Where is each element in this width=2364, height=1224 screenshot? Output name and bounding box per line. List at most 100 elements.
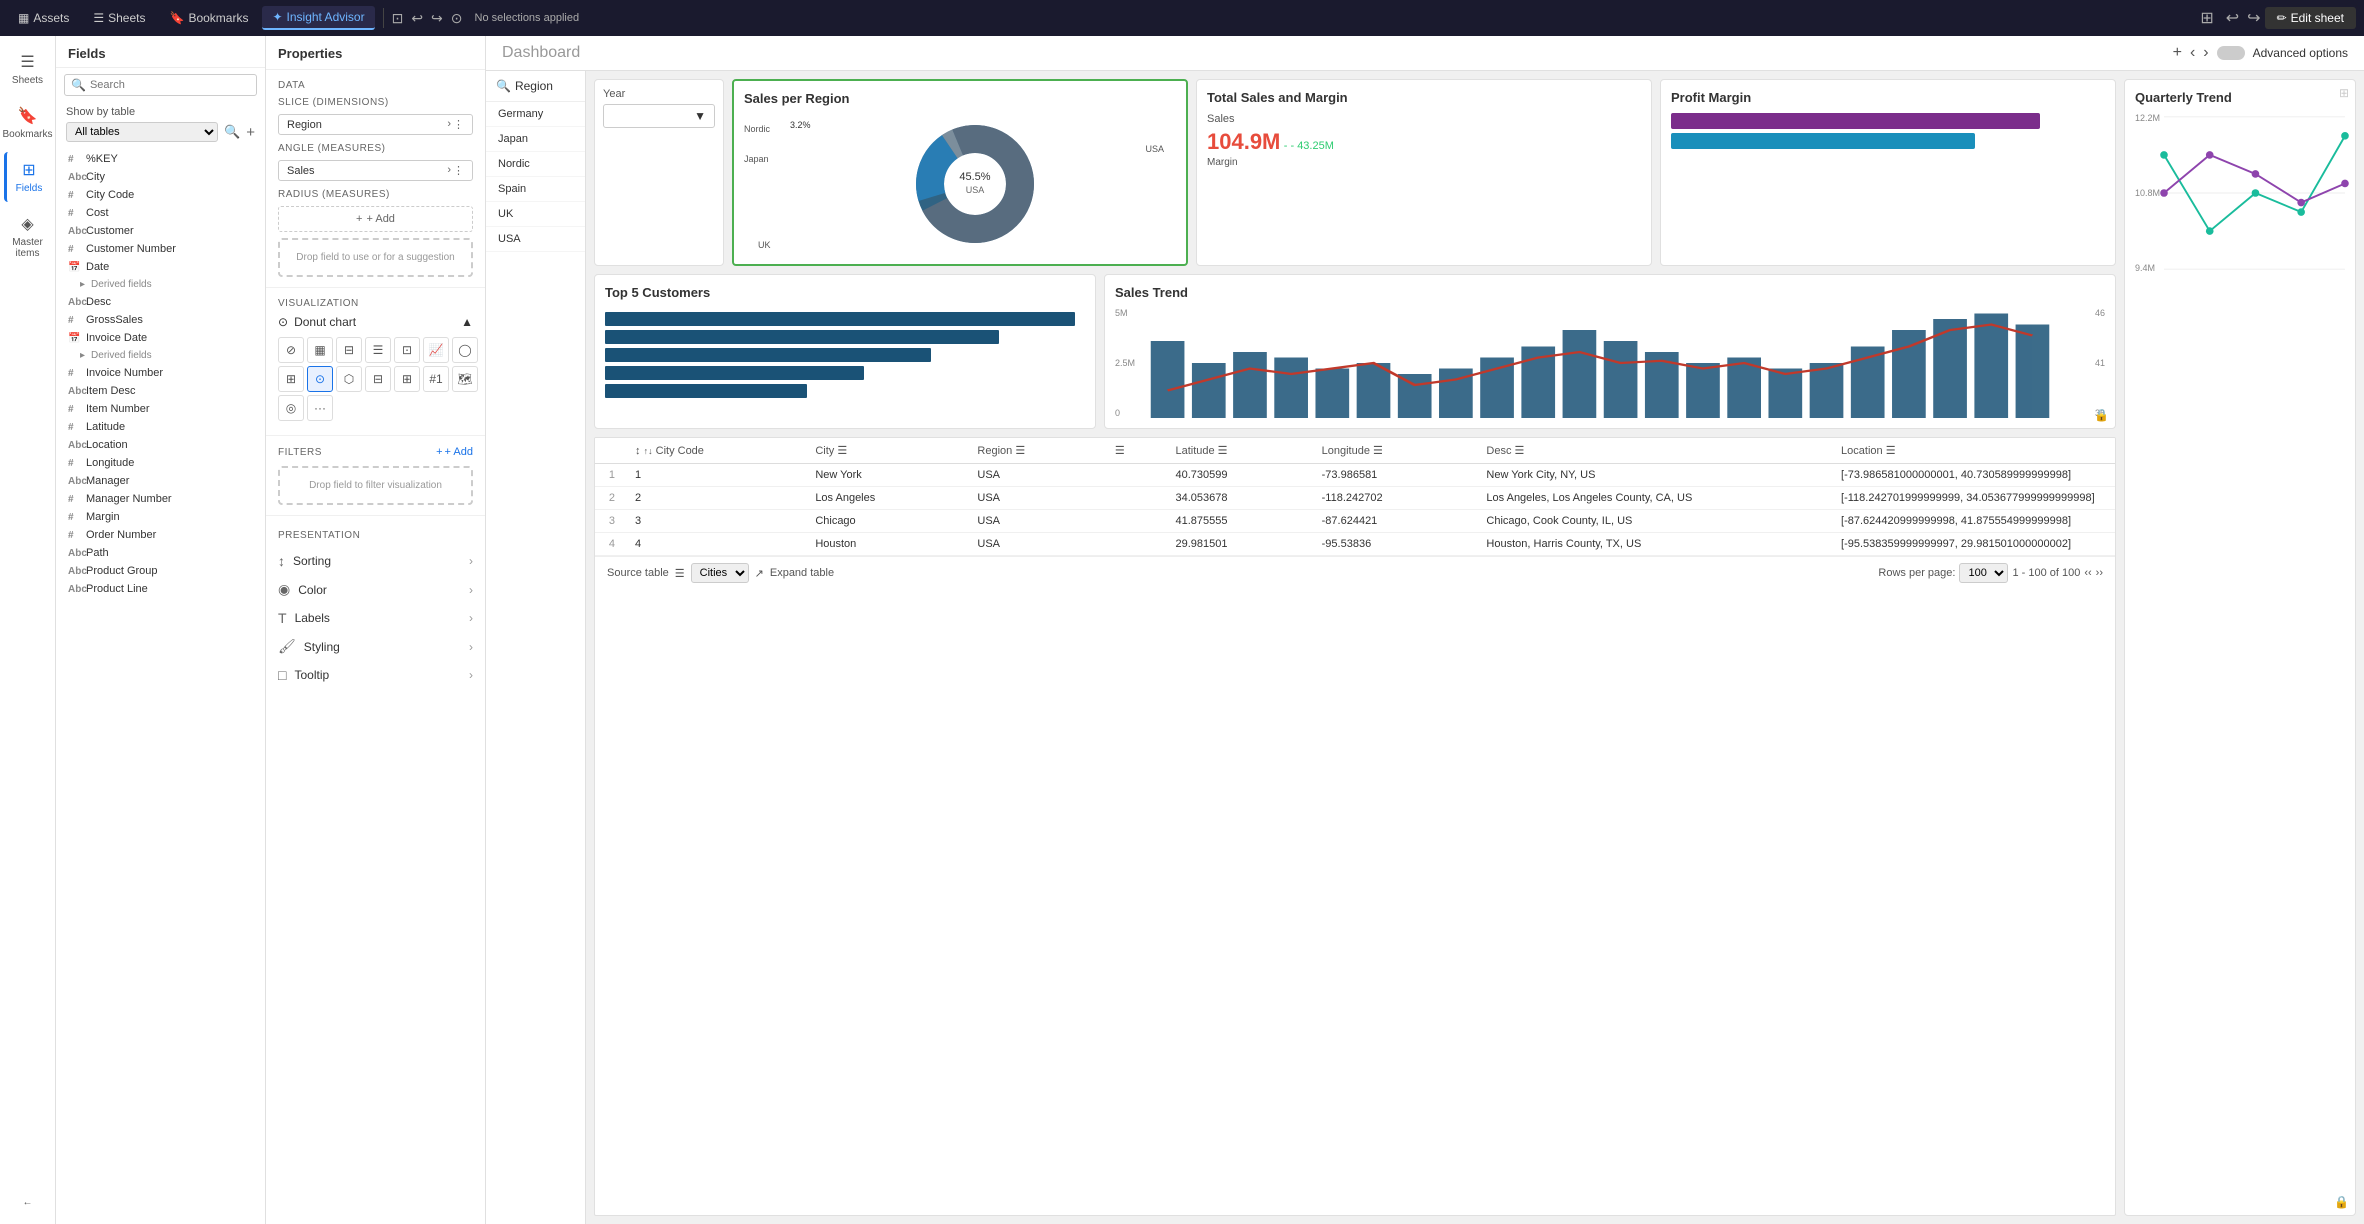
viz-map-icon[interactable]: 🗺 [452,366,478,392]
field-item[interactable]: #Cost [56,204,265,222]
region-item-usa[interactable]: USA [486,227,585,252]
viz-combo-icon[interactable]: ⊟ [336,337,362,363]
th-longitude[interactable]: Longitude ☰ [1312,438,1477,464]
th-latitude[interactable]: Latitude ☰ [1165,438,1311,464]
field-item[interactable]: AbcLocation [56,436,265,454]
sidebar-collapse-button[interactable]: ← [4,1189,52,1216]
pres-labels[interactable]: T Labels › [266,604,485,632]
field-item[interactable]: #Manager Number [56,490,265,508]
viz-pivot-icon[interactable]: ⊞ [394,366,420,392]
field-item[interactable]: 📅Date [56,258,265,276]
add-filter-button[interactable]: + + Add [436,446,473,458]
next-icon[interactable]: › [2203,44,2208,62]
viz-gauge-icon[interactable]: ◎ [278,395,304,421]
undo-icon[interactable]: ↩ [2226,8,2239,28]
add-field-icon[interactable]: + [246,124,255,141]
pres-tooltip[interactable]: □ Tooltip › [266,661,485,689]
field-item-invoice-date[interactable]: 📅Invoice Date [56,329,265,347]
angle-select[interactable]: Sales › ⋮ [278,160,473,181]
sidebar-item-master-items[interactable]: ◈ Master items [4,206,52,267]
field-item[interactable]: #Item Number [56,400,265,418]
sidebar-item-fields[interactable]: ⊞ Fields [4,152,52,202]
field-item[interactable]: #GrossSales [56,311,265,329]
pres-styling[interactable]: 🖌 Styling › [266,632,485,661]
field-item[interactable]: AbcProduct Line [56,580,265,598]
th-region[interactable]: Region ☰ [967,438,1104,464]
viz-more-icon[interactable]: ··· [307,395,333,421]
search-input[interactable] [90,79,250,91]
field-item[interactable]: #City Code [56,186,265,204]
viz-line-icon[interactable]: ☰ [365,337,391,363]
source-table-select[interactable]: Cities [691,563,749,583]
viz-scatter-icon[interactable]: ⊡ [394,337,420,363]
year-dropdown[interactable]: ▼ [603,104,715,128]
edit-sheet-button[interactable]: ✏ Edit sheet [2265,7,2356,29]
expand-table-label[interactable]: Expand table [770,567,834,579]
field-item[interactable]: #Longitude [56,454,265,472]
add-icon[interactable]: + [2173,44,2182,62]
viz-area-icon[interactable]: 📈 [423,337,449,363]
grid-view-icon[interactable]: ⊞ [2200,8,2213,28]
field-group-derived[interactable]: ▸Derived fields [56,276,265,293]
viz-donut-icon[interactable]: ⊙ [307,366,333,392]
region-item-japan[interactable]: Japan [486,127,585,152]
th-desc[interactable]: Desc ☰ [1476,438,1831,464]
field-item[interactable]: #Latitude [56,418,265,436]
viz-funnel-icon[interactable]: ⬡ [336,366,362,392]
forward-icon[interactable]: ↪ [431,10,443,27]
prev-icon[interactable]: ‹ [2190,44,2195,62]
field-item[interactable]: AbcCity [56,168,265,186]
viz-bar-icon[interactable]: ⊘ [278,337,304,363]
expand-icon[interactable]: › [447,164,451,177]
sidebar-item-sheets[interactable]: ☰ Sheets [4,44,52,94]
rows-per-page-select[interactable]: 100 [1959,563,2008,583]
viz-table-icon[interactable]: ⊟ [365,366,391,392]
nav-assets[interactable]: ▦ Assets [8,7,79,29]
add-radius-button[interactable]: + + Add [278,206,473,232]
viz-treemap-icon[interactable]: ⊞ [278,366,304,392]
viz-kpi-icon[interactable]: #1 [423,366,449,392]
viz-column-icon[interactable]: ▦ [307,337,333,363]
fields-search-bar[interactable]: 🔍 [64,74,257,96]
field-item[interactable]: AbcManager [56,472,265,490]
field-item[interactable]: #Margin [56,508,265,526]
show-by-select[interactable]: All tables [66,122,218,142]
field-item[interactable]: #Customer Number [56,240,265,258]
field-item[interactable]: AbcItem Desc [56,382,265,400]
table-scroll[interactable]: ↕ ↑↓ City Code City ☰ Re [595,438,2115,556]
next-page-icon[interactable]: ›› [2096,567,2103,579]
region-item-germany[interactable]: Germany [486,102,585,127]
field-item[interactable]: #Order Number [56,526,265,544]
region-item-uk[interactable]: UK [486,202,585,227]
expand-icon[interactable]: › [447,118,451,131]
lasso-icon[interactable]: ⊡ [392,10,404,27]
pres-sorting[interactable]: ↕ Sorting › [266,547,485,575]
th-citycode[interactable]: ↕ ↑↓ City Code [625,438,805,464]
th-location[interactable]: Location ☰ [1831,438,2115,464]
back-icon[interactable]: ↩ [411,10,423,27]
nav-insight-advisor[interactable]: ✦ Insight Advisor [262,6,374,30]
viz-pie-icon[interactable]: ◯ [452,337,478,363]
field-item[interactable]: AbcPath [56,544,265,562]
field-item[interactable]: AbcProduct Group [56,562,265,580]
more-icon[interactable]: ⋮ [453,164,464,177]
pres-color[interactable]: ◉ Color › [266,575,485,604]
region-item-nordic[interactable]: Nordic [486,152,585,177]
sidebar-item-bookmarks[interactable]: 🔖 Bookmarks [4,98,52,148]
search-fields-icon[interactable]: 🔍 [224,124,240,140]
field-item-invoice-number[interactable]: #Invoice Number [56,364,265,382]
field-item[interactable]: #%KEY [56,150,265,168]
field-item[interactable]: AbcCustomer [56,222,265,240]
redo-icon[interactable]: ↪ [2247,8,2260,28]
region-item-spain[interactable]: Spain [486,177,585,202]
th-city[interactable]: City ☰ [805,438,967,464]
field-item[interactable]: AbcDesc [56,293,265,311]
nav-sheets[interactable]: ☰ Sheets [83,7,155,29]
viz-type-selector[interactable]: ⊙ Donut chart ▲ [278,315,473,329]
slice-select[interactable]: Region › ⋮ [278,114,473,135]
quarterly-grid-icon[interactable]: ⊞ [2339,86,2349,100]
nav-bookmarks[interactable]: 🔖 Bookmarks [159,7,258,29]
toggle-switch[interactable] [2217,46,2245,60]
prev-page-icon[interactable]: ‹‹ [2084,567,2091,579]
more-icon[interactable]: ⋮ [453,118,464,131]
